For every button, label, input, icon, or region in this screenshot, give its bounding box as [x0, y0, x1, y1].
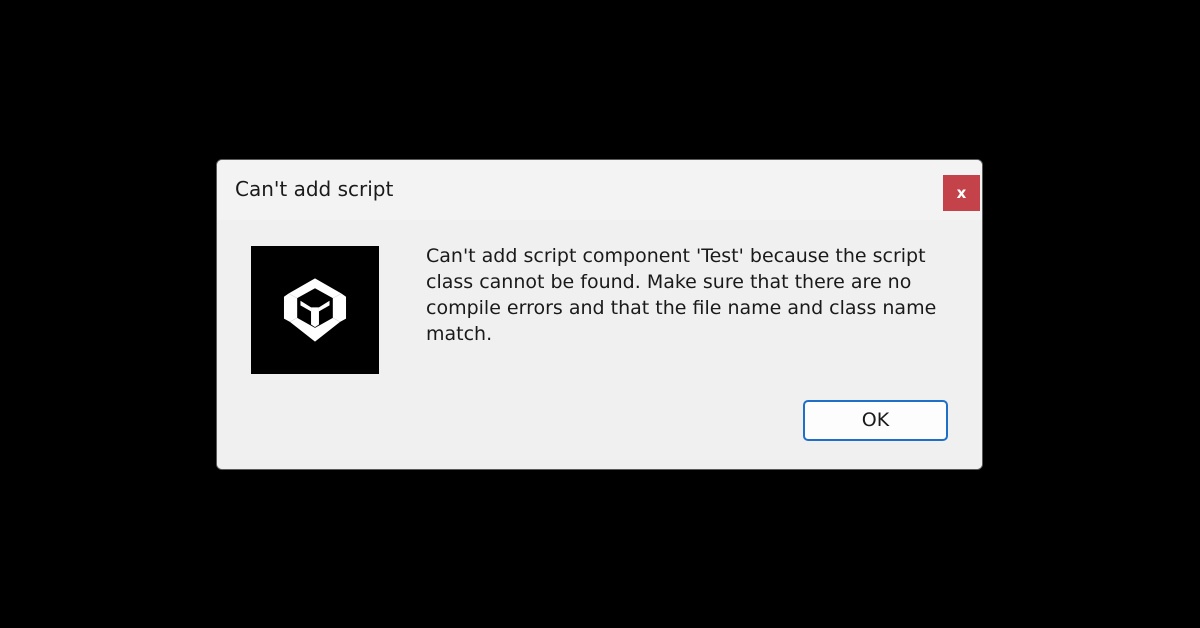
error-message: Can't add script component 'Test' becaus… — [426, 245, 937, 345]
close-button[interactable]: x — [943, 175, 980, 211]
dialog-title: Can't add script — [235, 177, 394, 201]
title-bar[interactable]: Can't add script x — [217, 160, 982, 220]
error-dialog: Can't add script x Can't add script comp… — [216, 159, 983, 470]
unity-logo-icon — [251, 246, 379, 374]
dialog-body: Can't add script component 'Test' becaus… — [217, 220, 982, 469]
ok-button[interactable]: OK — [803, 400, 948, 441]
